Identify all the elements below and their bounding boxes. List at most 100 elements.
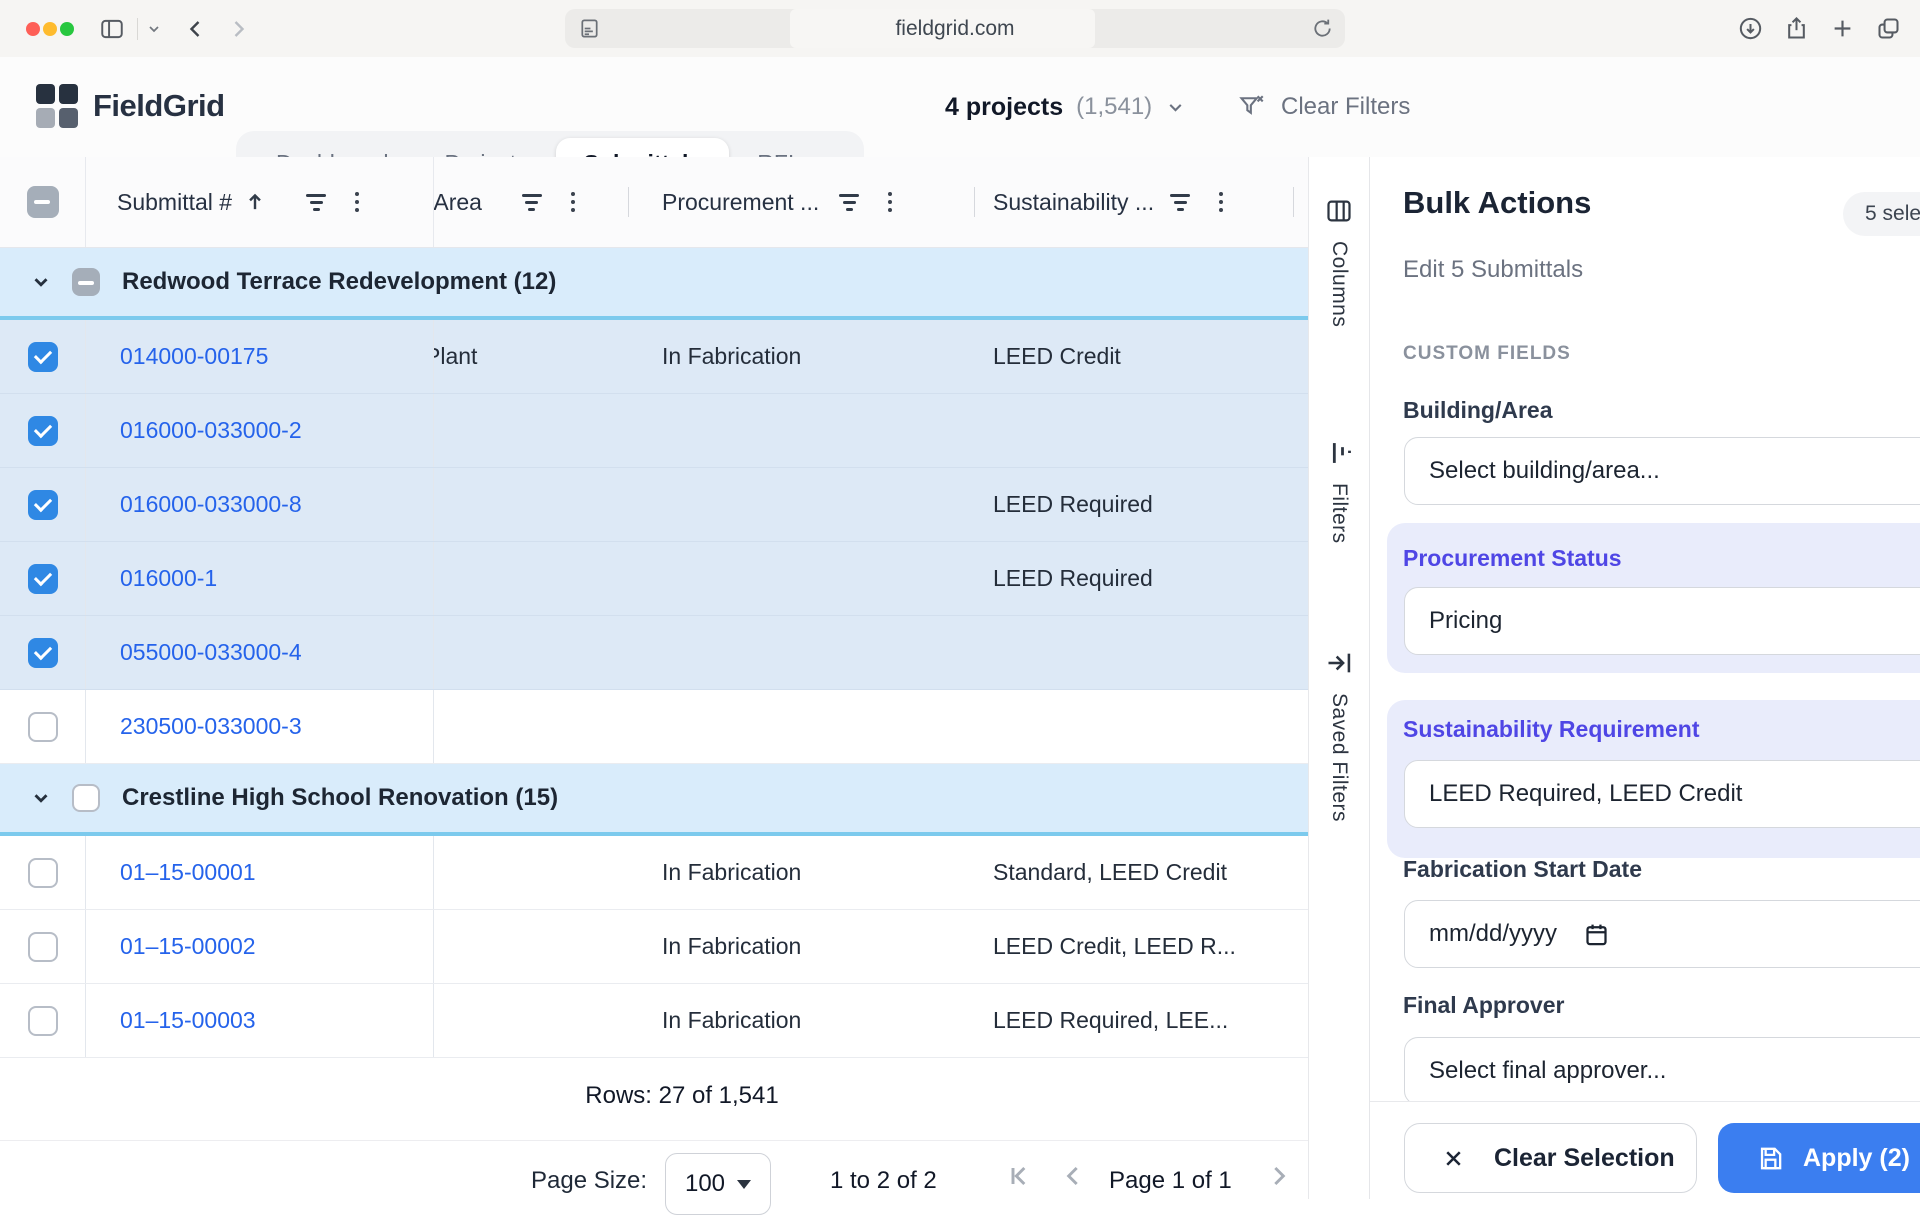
column-label: Submittal # <box>117 189 232 216</box>
column-menu-icon[interactable] <box>1216 187 1226 217</box>
tab-overview-icon[interactable] <box>1875 15 1902 42</box>
header-cell-area[interactable]: /Area <box>433 157 628 247</box>
submittal-link[interactable]: 01–15-00002 <box>120 933 256 960</box>
submittal-link[interactable]: 016000-033000-2 <box>120 417 302 444</box>
filter-icon[interactable] <box>1170 194 1190 211</box>
column-menu-icon[interactable] <box>352 187 362 217</box>
rail-item-saved-filters[interactable]: Saved Filters <box>1309 649 1369 822</box>
sidebar-toggle-icon[interactable] <box>99 16 125 42</box>
table-row[interactable]: 01–15-00003 In Fabrication LEED Required… <box>0 984 1308 1058</box>
reload-icon[interactable] <box>1311 17 1334 40</box>
header-cell-submittal[interactable]: Submittal # <box>86 157 433 247</box>
table-row[interactable]: 014000-00175 Plant In Fabrication LEED C… <box>0 320 1308 394</box>
zoom-window-button[interactable] <box>60 22 74 36</box>
minimize-window-button[interactable] <box>43 22 57 36</box>
group-checkbox[interactable] <box>72 268 100 296</box>
column-menu-icon[interactable] <box>568 187 578 217</box>
submittal-link[interactable]: 230500-033000-3 <box>120 713 302 740</box>
header-cell-procurement[interactable]: Procurement ... <box>628 157 974 247</box>
clear-filters-button[interactable]: Clear Filters <box>1232 57 1416 157</box>
table-row[interactable]: 01–15-00001 In Fabrication Standard, LEE… <box>0 836 1308 910</box>
row-checkbox[interactable] <box>28 858 58 888</box>
submittal-link[interactable]: 016000-1 <box>120 565 217 592</box>
table-row[interactable]: 016000-033000-8 LEED Required <box>0 468 1308 542</box>
first-page-icon[interactable] <box>1005 1160 1037 1192</box>
x-icon <box>1441 1146 1466 1171</box>
rail-item-filters[interactable]: Filters <box>1309 439 1369 544</box>
address-bar[interactable]: fieldgrid.com <box>565 9 1345 48</box>
filter-icon[interactable] <box>306 194 326 211</box>
new-tab-icon[interactable] <box>1829 15 1856 42</box>
filter-icon[interactable] <box>522 194 542 211</box>
clear-selection-label: Clear Selection <box>1494 1144 1675 1173</box>
back-icon[interactable] <box>184 17 208 41</box>
row-checkbox[interactable] <box>28 490 58 520</box>
final-approver-select[interactable]: Select final approver... <box>1404 1037 1920 1102</box>
cell-sustainability: LEED Required <box>974 468 1308 541</box>
row-checkbox[interactable] <box>28 1006 58 1036</box>
table-row[interactable]: 016000-1 LEED Required <box>0 542 1308 616</box>
clear-selection-button[interactable]: Clear Selection <box>1404 1123 1697 1193</box>
app-header: FieldGrid Dashboard Projects Submittals … <box>0 57 1920 158</box>
table-row[interactable]: 016000-033000-2 <box>0 394 1308 468</box>
share-icon[interactable] <box>1783 15 1810 42</box>
building-area-select[interactable]: Select building/area... <box>1404 437 1920 505</box>
submittal-link[interactable]: 055000-033000-4 <box>120 639 302 666</box>
submittal-link[interactable]: 016000-033000-8 <box>120 491 302 518</box>
rail-item-columns[interactable]: Columns <box>1309 197 1369 327</box>
filter-x-icon <box>1238 93 1266 121</box>
cell-sustainability: LEED Credit, LEED R... <box>974 910 1308 983</box>
header-cell-sustainability[interactable]: Sustainability ... <box>974 157 1308 247</box>
group-label: Redwood Terrace Redevelopment (12) <box>122 268 556 296</box>
row-checkbox[interactable] <box>28 932 58 962</box>
cell-area: Plant <box>433 343 477 370</box>
chevron-down-icon[interactable] <box>30 787 52 809</box>
row-checkbox[interactable] <box>28 564 58 594</box>
group-row-redwood[interactable]: Redwood Terrace Redevelopment (12) <box>0 248 1308 316</box>
filter-icon[interactable] <box>839 194 859 211</box>
chevron-down-icon <box>1165 97 1186 118</box>
group-label: Crestline High School Renovation (15) <box>122 784 558 812</box>
cell-procurement <box>628 394 974 467</box>
table-row[interactable]: 055000-033000-4 <box>0 616 1308 690</box>
sort-asc-icon[interactable] <box>244 191 266 213</box>
downloads-icon[interactable] <box>1737 15 1764 42</box>
cell-procurement <box>628 542 974 615</box>
chrome-right-buttons <box>1737 0 1902 57</box>
fabrication-start-date-input[interactable]: mm/dd/yyyy <box>1404 900 1920 968</box>
submittal-link[interactable]: 01–15-00003 <box>120 1007 256 1034</box>
rows-summary: Rows: 27 of 1,541 <box>0 1082 1308 1110</box>
table-row[interactable]: 230500-033000-3 <box>0 690 1308 764</box>
row-checkbox[interactable] <box>28 342 58 372</box>
final-approver-label: Final Approver <box>1403 992 1564 1019</box>
column-menu-icon[interactable] <box>885 187 895 217</box>
projects-selector[interactable]: 4 projects (1,541) <box>939 57 1192 157</box>
close-window-button[interactable] <box>26 22 40 36</box>
previous-page-icon[interactable] <box>1058 1160 1090 1192</box>
next-page-icon[interactable] <box>1262 1160 1294 1192</box>
sustainability-requirement-select[interactable]: LEED Required, LEED Credit <box>1404 760 1920 828</box>
forward-icon[interactable] <box>226 17 250 41</box>
sidebar-chevron-icon[interactable] <box>146 21 162 37</box>
row-checkbox[interactable] <box>28 712 58 742</box>
row-checkbox[interactable] <box>28 638 58 668</box>
group-row-crestline[interactable]: Crestline High School Renovation (15) <box>0 764 1308 832</box>
submittal-link[interactable]: 01–15-00001 <box>120 859 256 886</box>
submittal-link[interactable]: 014000-00175 <box>120 343 268 370</box>
group-checkbox[interactable] <box>72 784 100 812</box>
submittals-table: Submittal # /Area Procurement ... Sustai… <box>0 157 1309 1199</box>
rail-label: Saved Filters <box>1327 693 1351 822</box>
app-logo: FieldGrid <box>36 84 225 128</box>
cell-sustainability: LEED Credit <box>974 320 1308 393</box>
procurement-status-select[interactable]: Pricing <box>1404 587 1920 655</box>
column-label: Sustainability ... <box>993 189 1154 216</box>
select-all-checkbox[interactable] <box>27 186 59 218</box>
apply-button[interactable]: Apply (2) <box>1718 1123 1920 1193</box>
footer-divider <box>0 1140 1308 1141</box>
calendar-icon[interactable] <box>1583 921 1610 948</box>
row-checkbox[interactable] <box>28 416 58 446</box>
table-row[interactable]: 01–15-00002 In Fabrication LEED Credit, … <box>0 910 1308 984</box>
page-size-select[interactable]: 100 <box>665 1153 771 1215</box>
panel-footer: Clear Selection Apply (2) <box>1370 1101 1920 1199</box>
chevron-down-icon[interactable] <box>30 271 52 293</box>
